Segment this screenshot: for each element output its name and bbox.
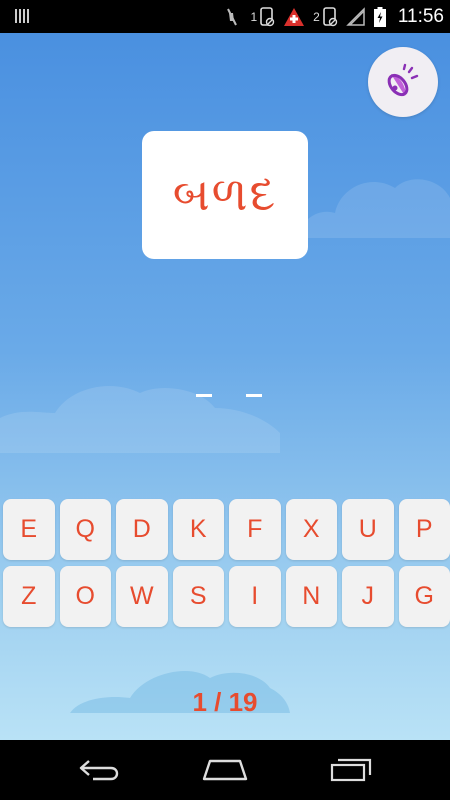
battery-icon	[373, 6, 386, 27]
letter-key[interactable]: F	[229, 499, 281, 560]
letter-key[interactable]: E	[3, 499, 55, 560]
home-icon	[202, 759, 248, 781]
back-button[interactable]	[75, 756, 125, 784]
status-clock: 11:56	[397, 5, 444, 27]
home-button[interactable]	[200, 756, 250, 784]
letter-key[interactable]: W	[116, 566, 168, 627]
cloud-decoration	[300, 179, 450, 238]
keyboard-row-2: Z O W S I N J G	[0, 566, 450, 627]
letter-key[interactable]: Q	[59, 499, 111, 560]
mute-icon	[227, 8, 238, 25]
letter-key[interactable]: D	[116, 499, 168, 560]
letter-key[interactable]: S	[172, 566, 224, 627]
speaker-button[interactable]	[368, 47, 438, 117]
letter-key[interactable]: J	[342, 566, 394, 627]
letter-key[interactable]: I	[229, 566, 281, 627]
sim2-icon	[323, 6, 338, 26]
answer-slot	[196, 394, 212, 397]
word-card: બળદ	[142, 131, 308, 259]
notification-icon	[15, 9, 29, 23]
letter-key[interactable]: U	[342, 499, 394, 560]
letter-key[interactable]: P	[398, 499, 450, 560]
speaker-icon	[387, 63, 419, 97]
game-screen: બળદ E Q D K F X U P Z O W S I N J G 1 / …	[0, 33, 450, 740]
keyboard-row-1: E Q D K F X U P	[0, 499, 450, 560]
sim1-label: 1	[250, 9, 258, 24]
cloud-decoration	[0, 385, 280, 453]
letter-key[interactable]: X	[285, 499, 337, 560]
letter-key[interactable]: O	[59, 566, 111, 627]
letter-key[interactable]: Z	[3, 566, 55, 627]
sim2-label: 2	[313, 9, 320, 24]
letter-keyboard: E Q D K F X U P Z O W S I N J G	[0, 499, 450, 633]
answer-slot	[246, 394, 262, 397]
recent-apps-icon	[330, 758, 372, 782]
word-text: બળદ	[172, 167, 278, 221]
recent-apps-button[interactable]	[326, 756, 376, 784]
sim1-icon	[260, 6, 275, 26]
signal-icon	[346, 6, 365, 26]
progress-counter: 1 / 19	[192, 687, 258, 717]
alert-icon	[284, 7, 305, 26]
navigation-bar	[0, 740, 450, 800]
letter-key[interactable]: K	[172, 499, 224, 560]
answer-slots	[196, 394, 262, 397]
status-bar: 1 2 11:56	[0, 0, 450, 33]
letter-key[interactable]: G	[398, 566, 450, 627]
back-icon	[79, 760, 119, 781]
letter-key[interactable]: N	[285, 566, 337, 627]
